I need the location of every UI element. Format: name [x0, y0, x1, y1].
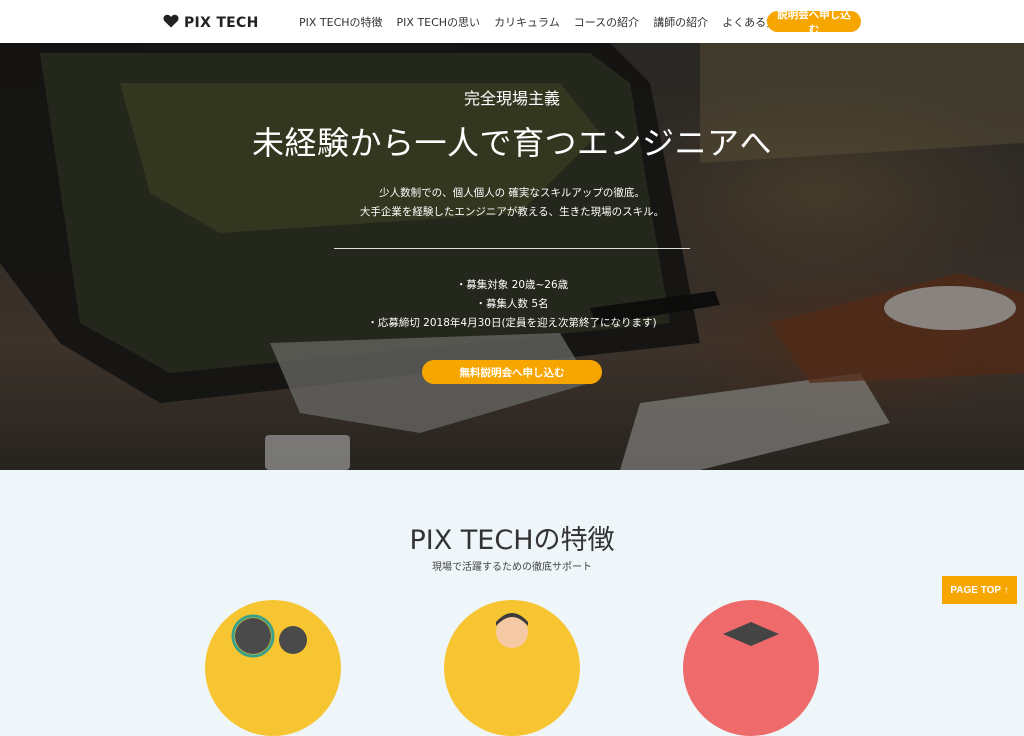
features-section: PIX TECHの特徴 現場で活躍するための徹底サポート — [0, 470, 1024, 736]
hero-tagline: 完全現場主義 — [463, 89, 560, 108]
people-icon — [231, 614, 307, 658]
features-subtitle: 現場で活躍するための徹底サポート — [432, 562, 592, 573]
hero-description: 少人数制での、個人個人の 確実なスキルアップの徹底。 大手企業を経験したエンジニ… — [0, 184, 1024, 222]
nav-features[interactable]: PIX TECHの特徴 — [299, 14, 383, 30]
requirement-capacity: ・募集人数 5名 — [475, 298, 549, 310]
logo[interactable]: PIX TECH — [163, 13, 259, 32]
features-title: PIX TECHの特徴 — [409, 525, 615, 556]
instructor-icon — [496, 613, 528, 648]
hero-requirements: ・募集対象 20歳~26歳 ・募集人数 5名 ・応募締切 2018年4月30日(… — [0, 276, 1024, 333]
main-nav: PIX TECHの特徴 PIX TECHの思い カリキュラム コースの紹介 講師… — [299, 0, 788, 43]
nav-curriculum[interactable]: カリキュラム — [494, 14, 560, 30]
logo-text: PIX TECH — [184, 14, 259, 31]
page-top-button[interactable]: PAGE TOP ↑ — [942, 576, 1017, 604]
nav-thoughts[interactable]: PIX TECHの思い — [397, 14, 481, 30]
hero-title: 未経験から一人で育つエンジニアへ — [251, 124, 772, 162]
requirement-age: ・募集対象 20歳~26歳 — [455, 279, 569, 291]
hero-desc-line-2: 大手企業を経験したエンジニアが教える、生きた現場のスキル。 — [359, 206, 665, 218]
feature-icon-3 — [683, 600, 819, 736]
nav-courses[interactable]: コースの紹介 — [574, 14, 639, 30]
requirement-deadline: ・応募締切 2018年4月30日(定員を迎え次第終了になります) — [367, 317, 657, 329]
header-apply-button[interactable]: 説明会へ申し込む — [767, 9, 861, 36]
feature-icon-2 — [444, 600, 580, 736]
site-header: PIX TECH PIX TECHの特徴 PIX TECHの思い カリキュラム … — [0, 0, 1024, 44]
heart-icon — [163, 13, 179, 32]
hero-section: 完全現場主義 未経験から一人で育つエンジニアへ 少人数制での、個人個人の 確実な… — [0, 43, 1024, 470]
hero-divider — [334, 248, 690, 249]
hero-desc-line-1: 少人数制での、個人個人の 確実なスキルアップの徹底。 — [379, 187, 645, 199]
hero-apply-button[interactable]: 無料説明会へ申し込む — [422, 360, 602, 384]
nav-instructors[interactable]: 講師の紹介 — [653, 14, 708, 30]
feature-icon-1 — [205, 600, 341, 736]
graduation-cap-icon — [723, 622, 779, 646]
